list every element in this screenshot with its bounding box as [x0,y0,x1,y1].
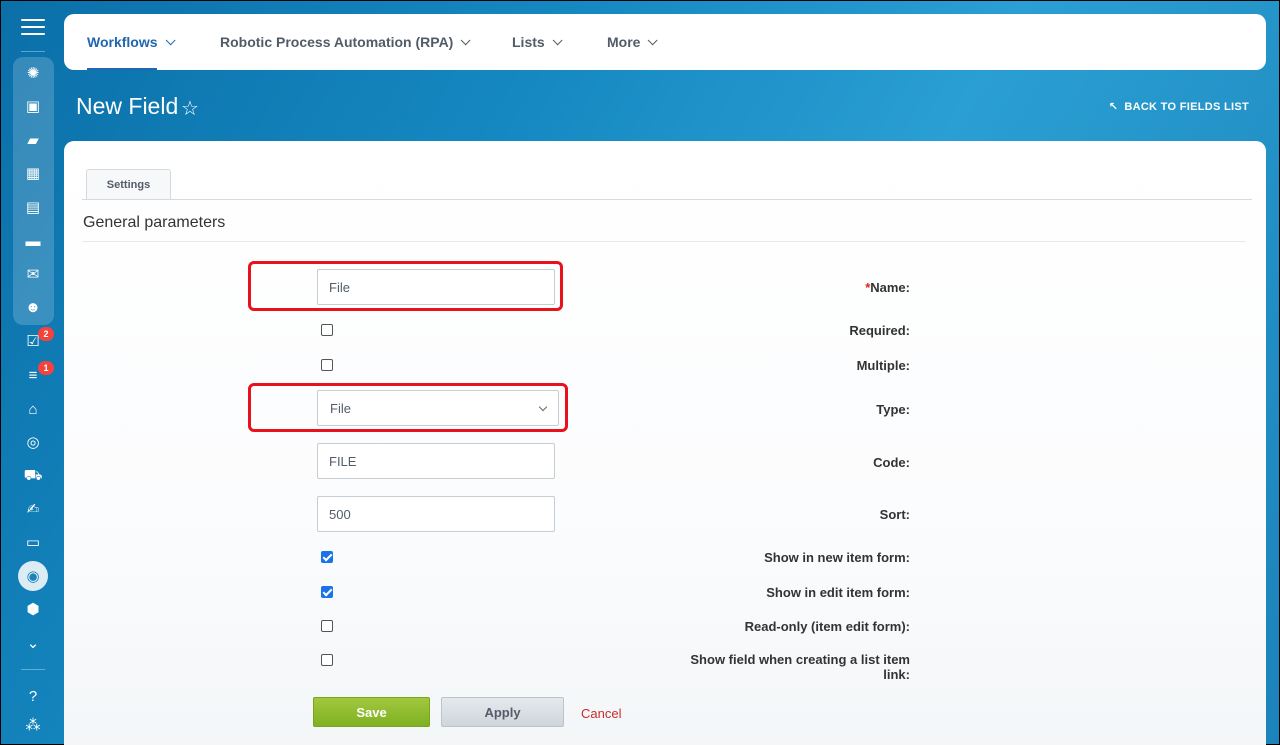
drive-icon[interactable]: ▬ [23,231,43,251]
sort-input[interactable] [317,496,555,532]
tab-settings[interactable]: Settings [86,169,171,200]
name-label: *Name: [670,280,910,295]
tab-divider [82,199,1252,200]
document-icon[interactable]: ▤ [23,197,43,217]
sitemap-icon[interactable]: ⁂ [23,715,43,735]
show-new-label: Show in new item form: [764,550,910,565]
nav-item-label: Lists [512,34,545,50]
nav-rpa[interactable]: Robotic Process Automation (RPA) [220,14,471,70]
cancel-link[interactable]: Cancel [581,706,621,721]
type-label: Type: [876,402,910,417]
apply-button[interactable]: Apply [441,697,564,727]
help-icon[interactable]: ? [23,686,43,706]
hamburger-menu-icon[interactable] [21,19,45,39]
sidebar-divider [21,51,45,52]
active-nav-underline [87,68,157,70]
contact-card-icon[interactable]: ▭ [23,532,43,552]
chat-icon[interactable]: ▰ [23,130,43,150]
calendar-card-icon[interactable]: ▣ [23,96,43,116]
box-icon[interactable]: ⬢ [23,599,43,619]
left-sidebar: ✺ ▣ ▰ ▦ ▤ ▬ ✉ ☻ ☑ 2 ≡ 1 ⌂ ◎ ⛟ ✍ ▭ ◉ ⬢ ⌄ … [1,1,64,745]
back-arrow-icon: ↖ [1108,101,1119,113]
type-select-value: File [330,400,351,416]
show-link-checkbox[interactable] [321,654,333,666]
section-divider [82,241,1246,242]
chevron-down-icon [165,34,176,45]
show-link-label: Show field when creating a list item lin… [690,652,910,682]
chevron-down-icon [552,34,563,45]
nav-item-label: More [607,34,641,50]
page-title: New Field [76,93,179,119]
multiple-label: Multiple: [856,358,910,373]
store-icon[interactable]: ⌂ [23,399,43,419]
employees-icon[interactable]: ☻ [23,297,43,317]
code-label: Code: [873,455,910,470]
read-only-checkbox[interactable] [321,620,333,632]
main-panel: Settings General parameters *Name: Requi… [64,141,1266,745]
cart-icon[interactable]: ⛟ [23,466,43,486]
star-icon[interactable]: ☆ [181,96,199,121]
nav-item-label: Robotic Process Automation (RPA) [220,34,454,50]
read-only-label: Read-only (item edit form): [744,619,910,634]
calendar-icon[interactable]: ▦ [23,163,43,183]
show-edit-checkbox[interactable] [321,586,333,598]
nav-lists[interactable]: Lists [512,14,563,70]
code-input[interactable] [317,443,555,479]
nav-item-label: Workflows [87,34,158,50]
nav-more[interactable]: More [607,14,659,70]
required-label: Required: [849,323,910,338]
save-button[interactable]: Save [313,697,430,727]
back-link-label: BACK TO FIELDS LIST [1124,101,1249,113]
back-to-fields-link[interactable]: ↖ BACK TO FIELDS LIST [1109,100,1249,113]
sort-label: Sort: [879,507,910,522]
mail-icon[interactable]: ✉ [23,264,43,284]
sidebar-divider [21,669,45,670]
signature-icon[interactable]: ✍ [23,499,43,519]
funnel-badge: 1 [38,361,54,375]
top-navigation: Workflows Robotic Process Automation (RP… [64,14,1266,70]
target-icon[interactable]: ◎ [23,432,43,452]
type-select[interactable]: File [317,390,559,426]
name-input[interactable] [317,269,555,305]
chevron-down-icon [538,402,548,412]
required-checkbox[interactable] [321,324,333,336]
section-title: General parameters [83,214,226,231]
chevron-down-icon [461,34,471,45]
name-label-text: Name: [870,280,910,295]
multiple-checkbox[interactable] [321,359,333,371]
show-edit-label: Show in edit item form: [766,585,910,600]
tasks-badge: 2 [38,327,54,341]
chevron-down-icon [648,34,659,45]
more-chevron-icon[interactable]: ⌄ [23,633,43,653]
show-new-checkbox[interactable] [321,551,333,563]
feed-icon[interactable]: ✺ [23,63,43,83]
robot-icon[interactable]: ◉ [23,566,43,586]
nav-workflows[interactable]: Workflows [87,14,176,70]
